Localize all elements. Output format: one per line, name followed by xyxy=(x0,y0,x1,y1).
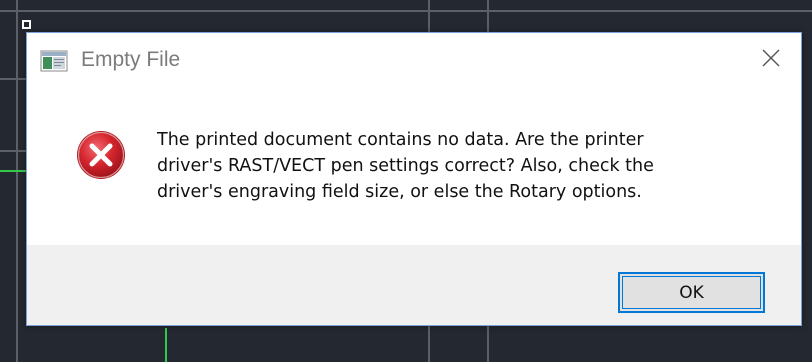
selection-handle[interactable] xyxy=(22,20,31,29)
close-icon xyxy=(761,48,781,73)
app-window-icon xyxy=(40,50,68,72)
ok-button-label: OK xyxy=(679,282,704,303)
error-message: The printed document contains no data. A… xyxy=(157,130,654,202)
error-x-icon xyxy=(75,129,127,181)
dialog-titlebar[interactable]: Empty File xyxy=(27,33,801,87)
ok-button[interactable]: OK xyxy=(618,272,765,313)
grid-line xyxy=(16,0,18,362)
cad-green-line xyxy=(0,170,28,172)
cad-green-line xyxy=(165,328,167,362)
dialog-footer: OK xyxy=(27,245,801,325)
close-button[interactable] xyxy=(751,43,791,77)
dialog-content: The printed document contains no data. A… xyxy=(27,87,801,245)
dialog-title: Empty File xyxy=(81,48,181,71)
empty-file-dialog: Empty File The printed document contains… xyxy=(26,32,802,326)
grid-line xyxy=(0,10,812,12)
